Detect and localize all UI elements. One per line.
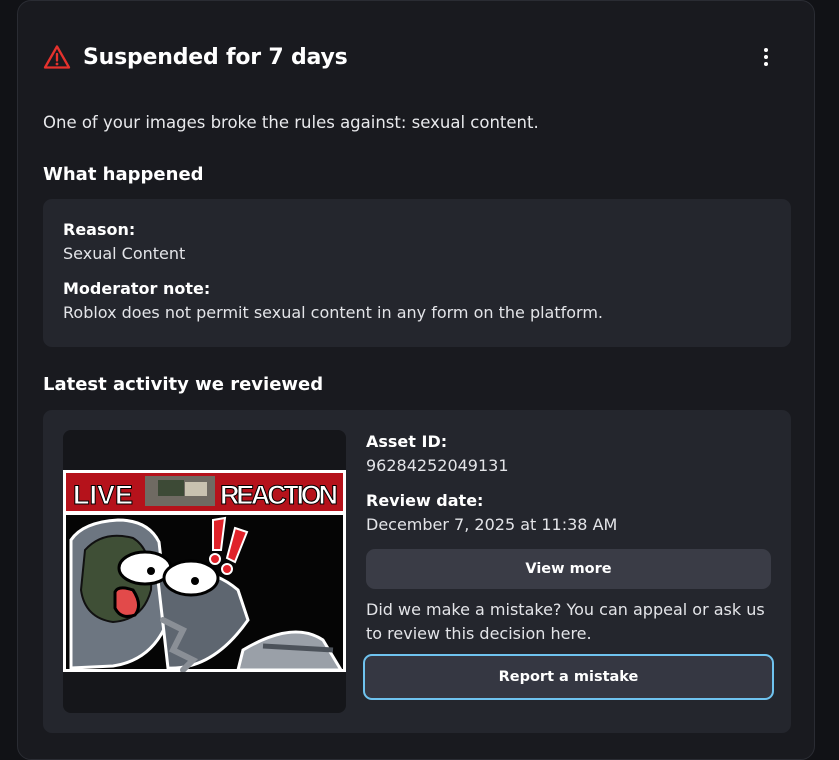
card-header: Suspended for 7 days [43,41,348,73]
kebab-menu-icon [764,48,768,52]
moderator-note-label: Moderator note: [63,279,211,298]
asset-image: LIVE REACTION [63,470,346,672]
latest-activity-panel: LIVE REACTION Asset ID: 96284252049131 R… [43,410,791,733]
reason-label: Reason: [63,220,136,239]
report-mistake-button[interactable]: Report a mistake [363,654,774,700]
view-more-button[interactable]: View more [366,549,771,589]
banner-live-text: LIVE [73,480,133,510]
latest-activity-heading: Latest activity we reviewed [43,374,324,395]
asset-id-label: Asset ID: [366,432,448,451]
asset-id-value: 96284252049131 [366,456,509,475]
page-title: Suspended for 7 days [83,44,348,70]
banner-reaction-text: REACTION [220,480,338,510]
reason-value: Sexual Content [63,244,186,263]
moderator-note-value: Roblox does not permit sexual content in… [63,303,604,322]
warning-triangle-icon [43,45,71,69]
review-date-value: December 7, 2025 at 11:38 AM [366,515,618,534]
suspension-card: Suspended for 7 days One of your images … [17,0,815,760]
appeal-text: Did we make a mistake? You can appeal or… [366,600,765,643]
asset-thumbnail: LIVE REACTION [63,430,346,713]
review-date-label: Review date: [366,491,484,510]
what-happened-heading: What happened [43,164,204,185]
what-happened-panel: Reason: Sexual Content Moderator note: R… [43,199,791,347]
more-options-button[interactable] [752,43,780,71]
violation-summary: One of your images broke the rules again… [43,113,539,132]
